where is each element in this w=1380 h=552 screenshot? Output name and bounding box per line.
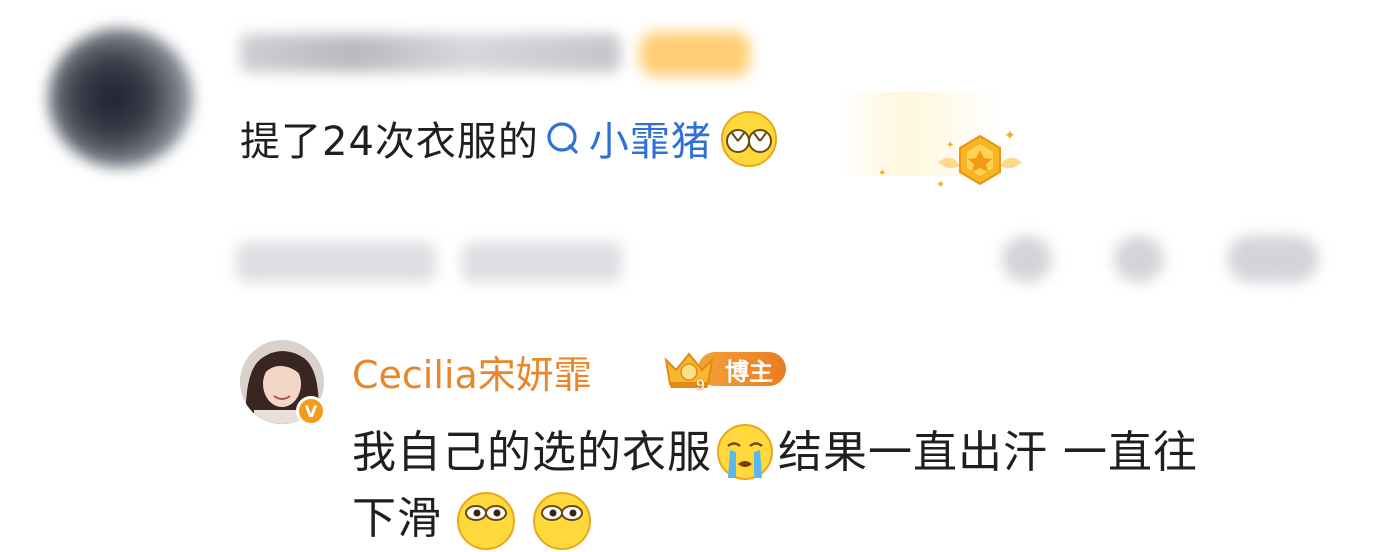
- crying-emoji-icon: [717, 424, 773, 480]
- blogger-badge: 博主 9: [660, 346, 790, 394]
- reply-author-name[interactable]: Cecilia宋妍霏: [352, 344, 592, 399]
- eyes-emoji-icon: [457, 492, 515, 550]
- sparkle-icon: ✦: [878, 168, 887, 179]
- topic-link-label: 小霏猪: [588, 119, 712, 165]
- crown-icon: 9: [664, 352, 714, 394]
- location-redacted: [462, 242, 622, 282]
- user-badge-redacted: [640, 32, 750, 76]
- verified-icon: V: [296, 396, 326, 426]
- sparkle-icon: ✦: [936, 178, 946, 191]
- search-icon: [547, 122, 578, 154]
- reply-text-part2: 结果一直出汗 一直往: [778, 427, 1198, 478]
- comment-text-prefix: 提了24次衣服的: [240, 119, 539, 165]
- like-icon[interactable]: [1228, 236, 1318, 282]
- comment-text: 提了24次衣服的 小霏猪: [240, 108, 780, 168]
- username-redacted[interactable]: [240, 34, 620, 72]
- sparkle-icon: ✦: [1004, 128, 1016, 144]
- reply-text-line2: 下滑: [352, 493, 442, 544]
- eyes-emoji-icon: [533, 492, 591, 550]
- share-icon[interactable]: [1002, 236, 1052, 282]
- sparkle-icon: ✦: [946, 140, 955, 151]
- avatar[interactable]: [48, 28, 193, 168]
- cover-eyes-emoji-icon: [720, 111, 777, 167]
- reply-text: 我自己的选的衣服 结果一直出汗 一直往 下滑: [352, 420, 1332, 552]
- reply-text-part1: 我自己的选的衣服: [352, 427, 712, 478]
- badge-level: 9: [696, 377, 705, 394]
- timestamp-redacted: [236, 242, 436, 282]
- topic-link[interactable]: 小霏猪: [543, 109, 712, 167]
- comment-icon[interactable]: [1114, 236, 1164, 282]
